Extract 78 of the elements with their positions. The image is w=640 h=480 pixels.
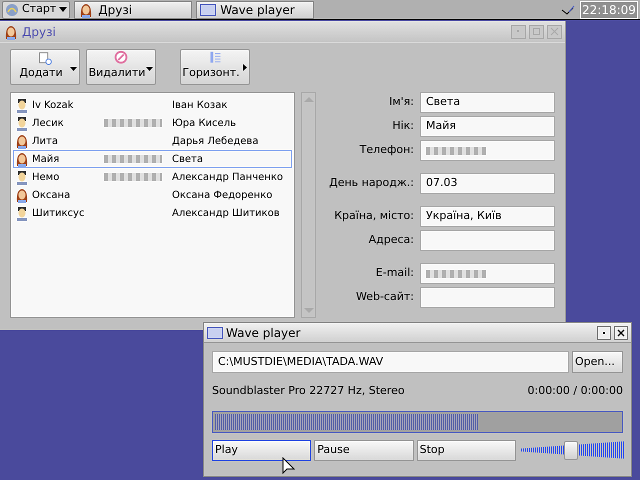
text-field[interactable] — [420, 140, 555, 161]
file-path-field[interactable]: C:\MUSTDIE\MEDIA\TADA.WAV — [212, 351, 569, 373]
field-label: Телефон: — [358, 142, 414, 158]
woman-avatar-icon — [14, 133, 30, 149]
contact-nick: Шитиксус — [32, 206, 86, 220]
window-title: Друзі — [22, 24, 56, 40]
contact-row[interactable]: Майя Света — [13, 150, 292, 168]
close-button[interactable] — [614, 326, 628, 340]
caret-icon — [59, 7, 68, 12]
text-field[interactable] — [420, 287, 555, 308]
scrollbar[interactable] — [301, 92, 316, 318]
man-avatar-icon — [14, 97, 30, 113]
contact-nick: Майя — [32, 152, 60, 166]
window-icon — [200, 2, 216, 16]
woman-avatar-icon — [14, 187, 30, 203]
man-avatar-icon — [14, 205, 30, 221]
contact-name: Света — [172, 152, 203, 166]
man-avatar-icon — [14, 169, 30, 185]
window-icon — [207, 326, 223, 340]
square-icon — [532, 27, 541, 36]
contact-row[interactable]: Лита Дарья Лебедева — [13, 132, 292, 150]
toolbar-button[interactable]: Додати — [10, 49, 80, 85]
field-label: Країна, місто: — [333, 208, 414, 224]
contact-nick: Iv Kozak — [32, 98, 74, 112]
field-label: День народж.: — [328, 175, 414, 192]
clock: 22:18:09 — [580, 0, 638, 18]
contact-row[interactable]: Лесик Юра Кисель — [13, 114, 292, 132]
window-title: Wave player — [226, 324, 300, 342]
taskbar-button[interactable]: Wave player — [196, 0, 314, 18]
field-label: Web-сайт: — [354, 289, 414, 306]
contact-name: Юра Кисель — [172, 116, 236, 130]
contact-row[interactable]: Немо Александр Панченко — [13, 168, 292, 186]
field-label: E-mail: — [374, 265, 414, 282]
contact-nick: Лесик — [32, 116, 65, 130]
text-field[interactable]: Майя — [420, 116, 555, 137]
time-display: 0:00:00 / 0:00:00 — [527, 383, 623, 399]
start-button[interactable]: Старт — [2, 0, 70, 18]
open-button[interactable]: Open... — [572, 351, 623, 373]
text-field[interactable]: Україна, Київ — [420, 206, 555, 227]
menu-button[interactable] — [597, 326, 611, 340]
slider-thumb[interactable] — [564, 440, 578, 460]
maximize-button[interactable] — [529, 24, 544, 38]
cursor-icon — [282, 457, 296, 475]
player-button[interactable]: Pause — [314, 440, 414, 460]
contact-name: Іван Козак — [172, 98, 228, 112]
contact-name: Дарья Лебедева — [172, 134, 258, 148]
field-label: Ім'я: — [388, 94, 414, 110]
contact-name: Александр Шитиков — [172, 206, 280, 220]
caret-icon — [146, 67, 153, 71]
taskbar-button[interactable]: Друзі — [74, 0, 192, 18]
contact-name: Александр Панченко — [172, 170, 283, 184]
man-avatar-icon — [14, 115, 30, 131]
contact-nick: Немо — [32, 170, 60, 184]
text-field[interactable] — [420, 230, 555, 251]
close-icon — [617, 328, 625, 336]
toolbar-button[interactable]: Горизонт. — [180, 49, 250, 85]
field-label: Нік: — [391, 118, 414, 134]
text-field[interactable]: 07.03 — [420, 173, 555, 194]
caret-icon — [243, 64, 247, 71]
player-button[interactable]: Stop — [416, 440, 516, 460]
caret-icon — [70, 67, 77, 71]
field-label: Адреса: — [368, 232, 414, 248]
text-field[interactable] — [420, 263, 555, 284]
player-button[interactable]: Play — [212, 440, 312, 460]
contact-name: Оксана Федоренко — [172, 188, 272, 202]
audio-info: Soundblaster Pro 22727 Hz, Stereo — [212, 383, 405, 399]
contact-row[interactable]: Iv Kozak Іван Козак — [13, 96, 292, 114]
woman-avatar-icon — [14, 151, 30, 167]
contact-row[interactable]: Шитиксус Александр Шитиков — [13, 204, 292, 222]
minimize-button[interactable] — [511, 24, 526, 38]
toolbar-button[interactable]: Видалити — [86, 49, 156, 85]
close-icon — [550, 27, 559, 36]
globe-icon — [5, 2, 19, 16]
contact-nick: Оксана — [32, 188, 72, 202]
contact-nick: Лита — [32, 134, 59, 148]
woman-avatar-icon — [3, 24, 19, 40]
contact-row[interactable]: Оксана Оксана Федоренко — [13, 186, 292, 204]
text-field[interactable]: Света — [420, 92, 555, 113]
